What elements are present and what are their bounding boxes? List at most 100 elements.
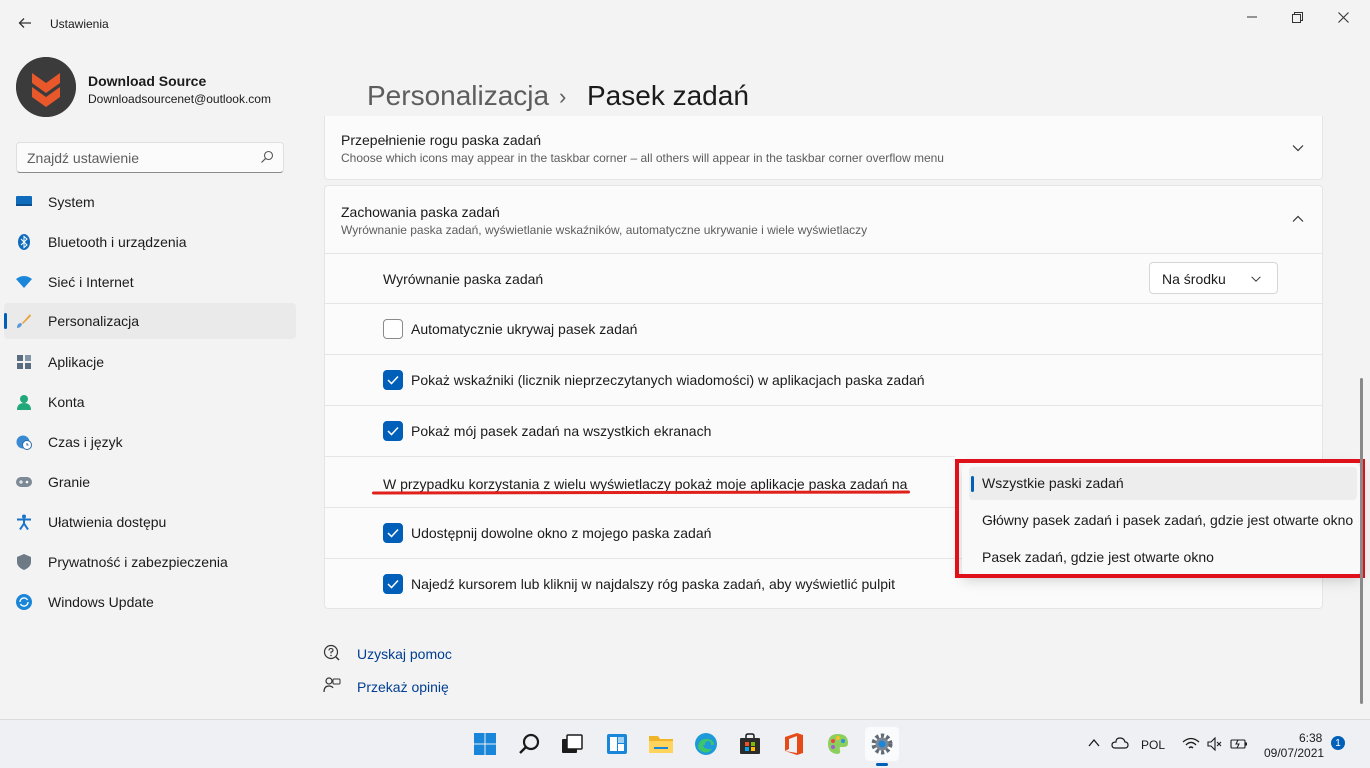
store-button[interactable]	[733, 727, 767, 761]
title-bar: Ustawienia	[0, 0, 1370, 48]
start-icon	[474, 733, 496, 755]
close-button[interactable]	[1320, 4, 1366, 30]
notification-badge[interactable]: 1	[1331, 736, 1345, 750]
edge-button[interactable]	[689, 727, 723, 761]
auto-hide-checkbox[interactable]	[383, 319, 403, 339]
sidebar-item-network[interactable]: Sieć i Internet	[4, 264, 296, 300]
sidebar-item-label: Aplikacje	[48, 354, 105, 370]
alignment-select[interactable]: Na środku	[1149, 262, 1278, 294]
sidebar-item-privacy[interactable]: Prywatność i zabezpieczenia	[4, 544, 296, 580]
maximize-button[interactable]	[1274, 4, 1320, 30]
sidebar-item-accessibility[interactable]: Ułatwienia dostępu	[4, 504, 296, 540]
divider	[325, 507, 955, 508]
bluetooth-icon	[16, 234, 32, 250]
monitor-icon	[16, 194, 32, 210]
gamepad-icon	[16, 474, 32, 490]
chevron-up-icon[interactable]	[1088, 738, 1100, 748]
taskbar-behaviors-header[interactable]: Zachowania paska zadań Wyrównanie paska …	[325, 186, 1322, 254]
input-language[interactable]: POL	[1141, 738, 1165, 752]
wifi-icon	[16, 274, 32, 290]
widgets-icon	[607, 734, 627, 754]
paint-icon	[828, 734, 848, 754]
share-window-checkbox[interactable]	[383, 523, 403, 543]
multi-display-label: W przypadku korzystania z wielu wyświetl…	[383, 476, 908, 492]
alignment-value: Na środku	[1162, 271, 1226, 287]
sidebar-item-label: Granie	[48, 474, 91, 490]
breadcrumb-parent[interactable]: Personalizacja	[367, 80, 549, 112]
back-button[interactable]	[14, 12, 36, 34]
all-displays-checkbox[interactable]	[383, 421, 403, 441]
update-icon	[16, 594, 32, 610]
brush-icon	[16, 313, 32, 329]
show-desktop-checkbox[interactable]	[383, 574, 403, 594]
divider	[325, 456, 955, 457]
card-title: Zachowania paska zadań	[341, 204, 500, 220]
task-view-button[interactable]	[555, 727, 589, 761]
feedback-link[interactable]: Przekaż opinię	[357, 679, 449, 695]
scrollbar[interactable]	[1360, 378, 1363, 704]
file-explorer-button[interactable]	[644, 727, 678, 761]
sidebar-item-label: Bluetooth i urządzenia	[48, 234, 187, 250]
start-button[interactable]	[468, 727, 502, 761]
minimize-button[interactable]	[1229, 4, 1275, 30]
breadcrumb-separator: ›	[559, 84, 567, 109]
battery-charging-icon[interactable]	[1230, 737, 1248, 751]
badges-checkbox[interactable]	[383, 370, 403, 390]
sidebar-item-apps[interactable]: Aplikacje	[4, 344, 296, 380]
divider	[325, 354, 1322, 355]
task-view-icon	[562, 734, 583, 753]
feedback-icon	[323, 677, 341, 693]
chevron-down-icon[interactable]	[1290, 140, 1306, 156]
profile-name: Download Source	[88, 73, 207, 89]
sidebar-item-accounts[interactable]: Konta	[4, 384, 296, 420]
sidebar-item-gaming[interactable]: Granie	[4, 464, 296, 500]
clock-date[interactable]: 09/07/2021	[1264, 746, 1324, 760]
sidebar-item-label: Prywatność i zabezpieczenia	[48, 554, 228, 570]
sidebar-item-windows-update[interactable]: Windows Update	[4, 584, 296, 620]
get-help-link[interactable]: Uzyskaj pomoc	[357, 646, 452, 662]
divider	[325, 405, 1322, 406]
badges-label: Pokaż wskaźniki (licznik nieprzeczytanyc…	[411, 372, 925, 388]
show-desktop-label: Najedź kursorem lub kliknij w najdalszy …	[411, 576, 895, 592]
widgets-button[interactable]	[600, 727, 634, 761]
sidebar-item-bluetooth[interactable]: Bluetooth i urządzenia	[4, 224, 296, 260]
sidebar-item-time-language[interactable]: Czas i język	[4, 424, 296, 460]
weather-icon[interactable]	[1111, 737, 1129, 749]
all-displays-label: Pokaż mój pasek zadań na wszystkich ekra…	[411, 423, 712, 439]
close-icon	[1337, 11, 1349, 23]
paint-button[interactable]	[821, 727, 855, 761]
apps-icon	[16, 354, 32, 370]
person-icon	[16, 394, 32, 410]
checkmark-icon	[387, 579, 399, 589]
volume-muted-icon[interactable]	[1207, 737, 1223, 751]
search-box[interactable]	[16, 142, 284, 173]
accessibility-icon	[16, 514, 32, 530]
settings-button[interactable]	[865, 727, 899, 761]
app-title: Ustawienia	[50, 17, 109, 31]
sidebar-item-label: Ułatwienia dostępu	[48, 514, 167, 530]
sidebar-item-personalization[interactable]: Personalizacja	[4, 303, 296, 339]
chevron-up-icon[interactable]	[1290, 211, 1306, 227]
shield-icon	[16, 554, 32, 570]
page-title: Pasek zadań	[587, 80, 749, 111]
sidebar-item-system[interactable]: System	[4, 184, 296, 220]
wifi-icon[interactable]	[1182, 737, 1200, 751]
sidebar-item-label: Personalizacja	[48, 313, 140, 329]
office-button[interactable]	[777, 727, 811, 761]
search-input[interactable]	[17, 143, 247, 172]
avatar[interactable]	[16, 57, 76, 117]
search-icon[interactable]	[260, 150, 274, 164]
chevron-down-icon	[1251, 276, 1261, 282]
card-title: Przepełnienie rogu paska zadań	[341, 132, 542, 148]
help-icon	[323, 644, 340, 661]
divider	[325, 253, 1322, 254]
clock-time[interactable]: 6:38	[1299, 731, 1322, 745]
taskbar-search-button[interactable]	[513, 727, 547, 761]
minimize-icon	[1247, 16, 1257, 18]
taskbar-corner-overflow-card[interactable]: Przepełnienie rogu paska zadań Choose wh…	[324, 116, 1323, 180]
store-icon	[740, 733, 760, 754]
divider	[325, 303, 1322, 304]
card-subtitle: Choose which icons may appear in the tas…	[341, 151, 944, 165]
alignment-label: Wyrównanie paska zadań	[383, 271, 544, 287]
sidebar-item-label: Windows Update	[48, 594, 154, 610]
